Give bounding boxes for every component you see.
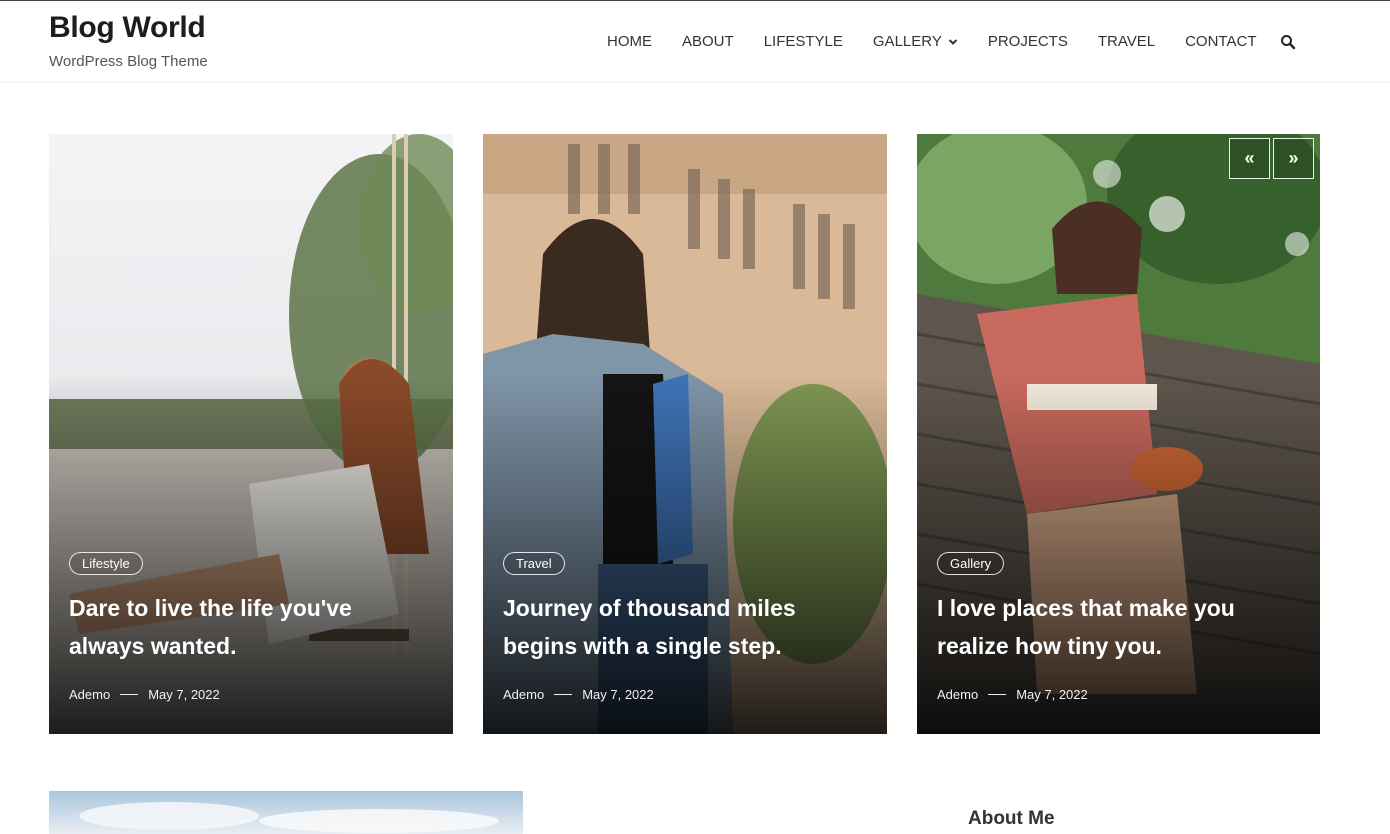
- meta-divider: [988, 694, 1007, 695]
- featured-slider: Lifestyle Dare to live the life you've a…: [49, 134, 1320, 734]
- post-card[interactable]: Lifestyle Dare to live the life you've a…: [49, 134, 453, 734]
- post-title[interactable]: Journey of thousand miles begins with a …: [503, 589, 863, 665]
- post-author[interactable]: Ademo: [69, 687, 110, 702]
- post-thumbnail-image: [49, 791, 523, 834]
- nav-item-gallery[interactable]: GALLERY: [873, 33, 958, 50]
- post-card[interactable]: Gallery I love places that make you real…: [917, 134, 1320, 734]
- chevron-down-icon: [948, 38, 958, 45]
- nav-item-about[interactable]: ABOUT: [682, 33, 734, 50]
- category-badge[interactable]: Gallery: [937, 552, 1005, 575]
- post-title[interactable]: Dare to live the life you've always want…: [69, 589, 429, 665]
- search-icon[interactable]: [1280, 34, 1296, 50]
- nav-item-home[interactable]: HOME: [607, 33, 652, 50]
- category-badge[interactable]: Travel: [503, 552, 565, 575]
- site-tagline: WordPress Blog Theme: [49, 53, 208, 70]
- post-meta: Ademo May 7, 2022: [503, 687, 654, 702]
- chevrons-right-icon: »: [1288, 148, 1299, 168]
- nav-item-label: LIFESTYLE: [763, 33, 843, 50]
- nav-item-label: TRAVEL: [1097, 33, 1156, 50]
- post-author[interactable]: Ademo: [503, 687, 544, 702]
- post-meta: Ademo May 7, 2022: [937, 687, 1088, 702]
- chevrons-left-icon: «: [1244, 148, 1255, 168]
- post-date[interactable]: May 7, 2022: [582, 687, 654, 702]
- post-card[interactable]: Travel Journey of thousand miles begins …: [483, 134, 887, 734]
- main-nav: HOME ABOUT LIFESTYLE GALLERY PROJECTS TR…: [607, 33, 1296, 50]
- post-date[interactable]: May 7, 2022: [148, 687, 220, 702]
- nav-item-travel[interactable]: TRAVEL: [1098, 33, 1155, 50]
- meta-divider: [554, 694, 573, 695]
- post-title[interactable]: I love places that make you realize how …: [937, 589, 1297, 665]
- nav-item-label: CONTACT: [1185, 33, 1257, 50]
- sidebar-about-heading: About Me: [968, 808, 1055, 829]
- post-author[interactable]: Ademo: [937, 687, 978, 702]
- nav-item-contact[interactable]: CONTACT: [1185, 33, 1256, 50]
- meta-divider: [120, 694, 139, 695]
- nav-item-label: GALLERY: [872, 33, 942, 50]
- nav-item-label: ABOUT: [682, 33, 734, 50]
- slider-next-button[interactable]: »: [1273, 138, 1314, 179]
- nav-item-label: HOME: [607, 33, 652, 50]
- post-meta: Ademo May 7, 2022: [69, 687, 220, 702]
- slider-prev-button[interactable]: «: [1229, 138, 1270, 179]
- nav-item-label: PROJECTS: [987, 33, 1068, 50]
- site-header: Blog World WordPress Blog Theme HOME ABO…: [0, 1, 1390, 83]
- site-title[interactable]: Blog World: [49, 11, 206, 45]
- nav-item-lifestyle[interactable]: LIFESTYLE: [764, 33, 843, 50]
- post-thumbnail[interactable]: [49, 791, 523, 834]
- post-date[interactable]: May 7, 2022: [1016, 687, 1088, 702]
- nav-item-projects[interactable]: PROJECTS: [988, 33, 1068, 50]
- category-badge[interactable]: Lifestyle: [69, 552, 143, 575]
